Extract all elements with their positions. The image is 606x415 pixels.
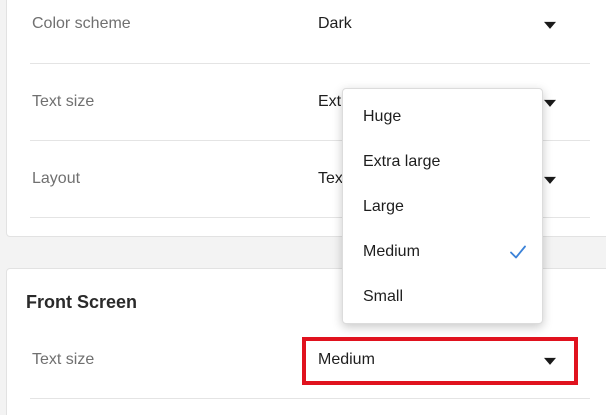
caret-down-icon[interactable] bbox=[544, 99, 556, 107]
highlight-box bbox=[302, 337, 578, 385]
option-label: Huge bbox=[363, 107, 402, 125]
option-medium[interactable]: Medium bbox=[343, 229, 542, 274]
text-size-label: Text size bbox=[32, 93, 95, 110]
divider bbox=[30, 398, 590, 399]
option-huge[interactable]: Huge bbox=[343, 94, 542, 139]
front-screen-text-size-label: Text size bbox=[32, 351, 95, 368]
color-scheme-label: Color scheme bbox=[32, 15, 131, 32]
layout-label: Layout bbox=[32, 170, 81, 187]
option-extra-large[interactable]: Extra large bbox=[343, 139, 542, 184]
caret-down-icon[interactable] bbox=[544, 176, 556, 184]
option-label: Medium bbox=[363, 242, 420, 260]
option-label: Small bbox=[363, 287, 404, 305]
text-size-dropdown-menu: Huge Extra large Large Medium Small bbox=[342, 88, 543, 324]
checkmark-icon bbox=[510, 245, 526, 259]
front-screen-title: Front Screen bbox=[26, 292, 138, 312]
option-label: Extra large bbox=[363, 152, 441, 170]
option-small[interactable]: Small bbox=[343, 274, 542, 319]
color-scheme-value[interactable]: Dark bbox=[318, 15, 352, 33]
option-label: Large bbox=[363, 197, 404, 215]
option-large[interactable]: Large bbox=[343, 184, 542, 229]
color-scheme-row[interactable]: Color scheme Dark bbox=[30, 0, 590, 63]
caret-down-icon[interactable] bbox=[544, 21, 556, 29]
